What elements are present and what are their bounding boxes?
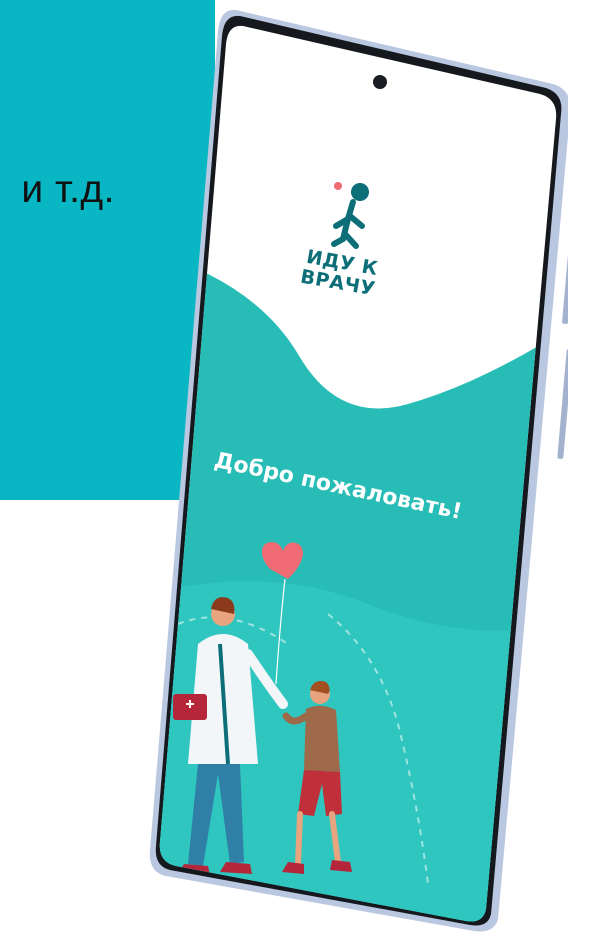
- front-camera: [373, 75, 387, 89]
- smartphone-mockup: ИДУ К ВРАЧУ Добро пожаловать!: [148, 4, 568, 932]
